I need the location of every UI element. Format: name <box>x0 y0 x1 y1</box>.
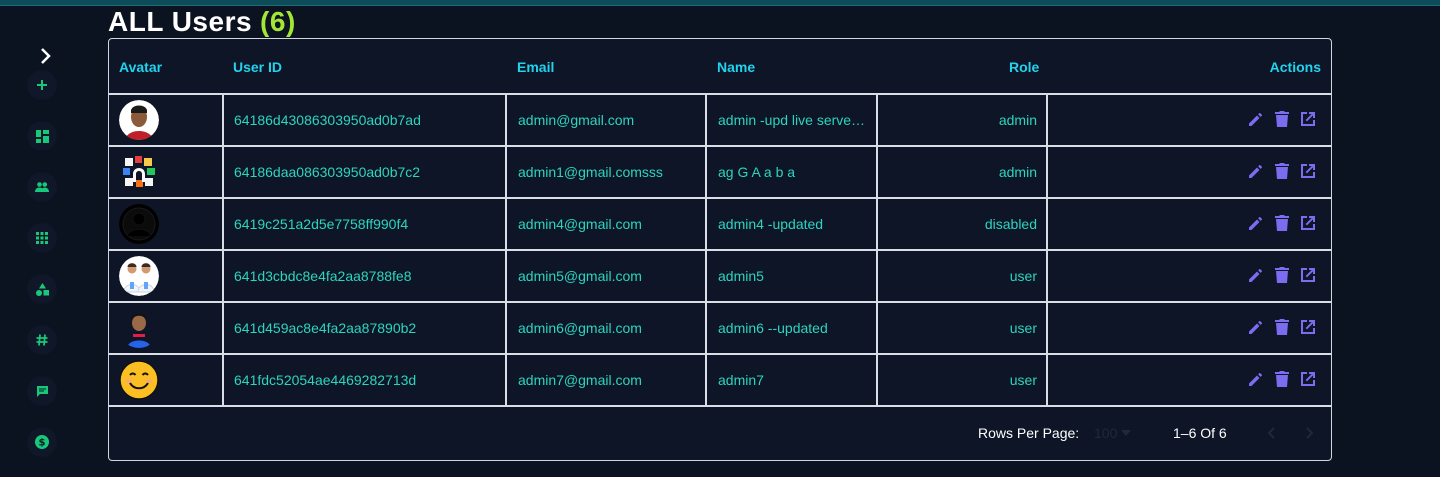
header-avatar[interactable]: Avatar <box>119 59 162 75</box>
avatar <box>119 152 159 192</box>
table-row: 6419c251a2d5e7758ff990f4 admin4@gmail.co… <box>109 199 1331 251</box>
avatar-cell <box>109 199 222 249</box>
table-header: Avatar User ID Email Name Role Actions <box>109 39 1331 95</box>
role-cell: disabled <box>984 216 1037 232</box>
header-email[interactable]: Email <box>517 59 554 75</box>
open-external-icon[interactable] <box>1297 368 1319 390</box>
rows-per-page-value: 100 <box>1094 425 1118 441</box>
hashtag-icon[interactable] <box>27 325 57 355</box>
page-range: 1–6 Of 6 <box>1173 425 1227 441</box>
table-row: 64186daa086303950ad0b7c2 admin1@gmail.co… <box>109 147 1331 199</box>
open-external-icon[interactable] <box>1297 212 1319 234</box>
role-cell: admin <box>998 164 1037 180</box>
delete-icon[interactable] <box>1271 108 1293 130</box>
avatar-cell <box>109 251 222 301</box>
svg-text:$: $ <box>39 438 46 449</box>
edit-icon[interactable] <box>1245 264 1267 286</box>
table-row: 641d459ac8e4fa2aa87890b2 admin6@gmail.co… <box>109 303 1331 355</box>
row-actions <box>1245 368 1319 390</box>
email-cell: admin4@gmail.com <box>518 216 642 232</box>
dashboard-icon[interactable] <box>27 121 57 151</box>
user-id-cell: 641d459ac8e4fa2aa87890b2 <box>234 320 417 336</box>
role-cell: admin <box>998 112 1037 128</box>
table-pagination: Rows Per Page: 100 1–6 Of 6 <box>109 407 1331 461</box>
avatar-cell <box>109 147 222 197</box>
name-cell: admin6 --updated <box>718 320 828 336</box>
apps-icon[interactable] <box>27 223 57 253</box>
user-id-cell: 641fdc52054ae4469282713d <box>234 372 417 388</box>
table-row: 64186d43086303950ad0b7ad admin@gmail.com… <box>109 95 1331 147</box>
dollar-icon[interactable]: $ <box>27 427 57 457</box>
row-actions <box>1245 316 1319 338</box>
prev-page-icon[interactable] <box>1262 423 1282 443</box>
edit-icon[interactable] <box>1245 160 1267 182</box>
email-cell: admin5@gmail.com <box>518 268 642 284</box>
delete-icon[interactable] <box>1271 316 1293 338</box>
users-table-card: Avatar User ID Email Name Role Actions 6… <box>108 38 1332 461</box>
header-user-id[interactable]: User ID <box>233 59 282 75</box>
chevron-down-icon <box>1121 430 1132 436</box>
open-external-icon[interactable] <box>1297 108 1319 130</box>
delete-icon[interactable] <box>1271 160 1293 182</box>
open-external-icon[interactable] <box>1297 264 1319 286</box>
avatar <box>119 256 159 296</box>
rows-per-page-label: Rows Per Page: <box>978 425 1080 441</box>
user-count: (6) <box>260 6 296 37</box>
delete-icon[interactable] <box>1271 212 1293 234</box>
name-cell: ag G A a b a <box>718 164 796 180</box>
header-actions: Actions <box>1269 59 1321 75</box>
user-id-cell: 6419c251a2d5e7758ff990f4 <box>234 216 409 232</box>
email-cell: admin6@gmail.com <box>518 320 642 336</box>
edit-icon[interactable] <box>1245 212 1267 234</box>
next-page-icon[interactable] <box>1299 423 1319 443</box>
avatar <box>119 100 159 140</box>
open-external-icon[interactable] <box>1297 316 1319 338</box>
name-cell: admin7 <box>718 372 764 388</box>
edit-icon[interactable] <box>1245 368 1267 390</box>
header-name[interactable]: Name <box>717 59 755 75</box>
name-cell: admin -upd live serve… <box>718 112 866 128</box>
email-cell: admin1@gmail.comsss <box>518 164 663 180</box>
plus-icon[interactable] <box>27 70 57 100</box>
open-external-icon[interactable] <box>1297 160 1319 182</box>
shapes-icon[interactable] <box>27 274 57 304</box>
row-actions <box>1245 108 1319 130</box>
user-id-cell: 64186daa086303950ad0b7c2 <box>234 164 421 180</box>
table-body: 64186d43086303950ad0b7ad admin@gmail.com… <box>109 95 1331 407</box>
users-icon[interactable] <box>27 172 57 202</box>
row-actions <box>1245 264 1319 286</box>
edit-icon[interactable] <box>1245 316 1267 338</box>
chevron-right-icon[interactable] <box>36 46 56 66</box>
row-actions <box>1245 212 1319 234</box>
user-id-cell: 641d3cbdc8e4fa2aa8788fe8 <box>234 268 412 284</box>
avatar-cell <box>109 95 222 145</box>
avatar-cell <box>109 355 222 405</box>
avatar-cell <box>109 303 222 353</box>
name-cell: admin4 -updated <box>718 216 824 232</box>
chat-icon[interactable] <box>27 376 57 406</box>
table-row: 641fdc52054ae4469282713d admin7@gmail.co… <box>109 355 1331 407</box>
sidebar: $ <box>0 6 84 477</box>
name-cell: admin5 <box>718 268 764 284</box>
role-cell: user <box>1009 268 1037 284</box>
header-role[interactable]: Role <box>1009 59 1039 75</box>
page-title: ALL Users (6) <box>108 6 296 38</box>
avatar <box>119 360 159 400</box>
avatar <box>119 204 159 244</box>
role-cell: user <box>1009 372 1037 388</box>
avatar <box>119 308 159 348</box>
delete-icon[interactable] <box>1271 264 1293 286</box>
email-cell: admin@gmail.com <box>518 112 635 128</box>
page-title-text: ALL Users <box>108 6 253 37</box>
delete-icon[interactable] <box>1271 368 1293 390</box>
rows-per-page-select[interactable]: 100 <box>1094 425 1132 441</box>
email-cell: admin7@gmail.com <box>518 372 642 388</box>
edit-icon[interactable] <box>1245 108 1267 130</box>
row-actions <box>1245 160 1319 182</box>
table-row: 641d3cbdc8e4fa2aa8788fe8 admin5@gmail.co… <box>109 251 1331 303</box>
role-cell: user <box>1009 320 1037 336</box>
user-id-cell: 64186d43086303950ad0b7ad <box>234 112 421 128</box>
